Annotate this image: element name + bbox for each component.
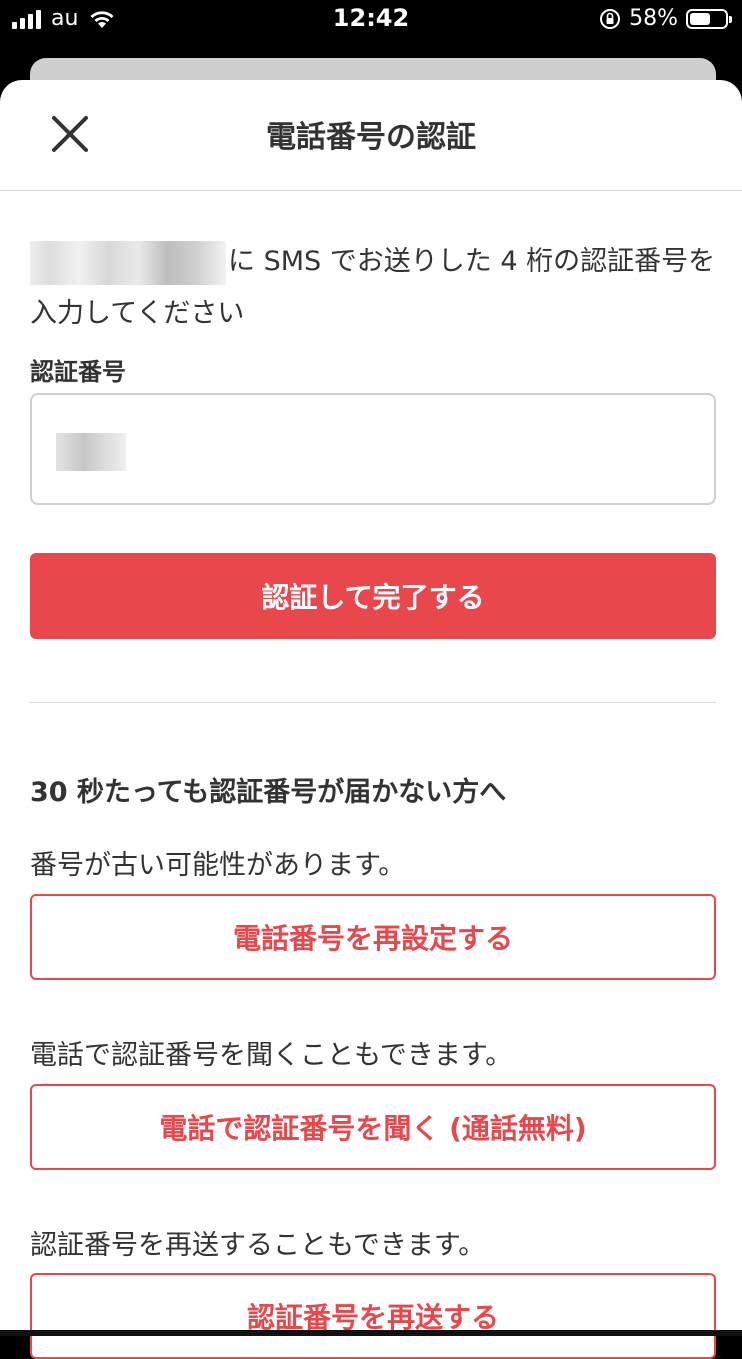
reset-phone-button[interactable]: 電話番号を再設定する — [30, 894, 716, 980]
redacted-code-value — [56, 433, 126, 471]
battery-level — [690, 13, 710, 25]
status-bar: au 12:42 58% — [0, 0, 742, 40]
resend-code-button[interactable]: 認証番号を再送する — [30, 1273, 716, 1359]
redacted-phone-number — [30, 241, 226, 285]
section-divider — [30, 702, 716, 703]
call-hint-text: 電話で認証番号を聞くこともできます。 — [30, 1033, 512, 1072]
page-title: 電話番号の認証 — [0, 112, 742, 156]
sheet-header: 電話番号の認証 — [0, 80, 742, 191]
resend-hint-text: 認証番号を再送することもできます。 — [30, 1223, 485, 1262]
battery-icon — [686, 9, 728, 29]
help-heading: 30 秒たっても認証番号が届かない方へ — [30, 770, 506, 809]
verification-code-input[interactable] — [30, 393, 716, 505]
reset-hint-text: 番号が古い可能性があります。 — [30, 843, 405, 882]
status-right: 58% — [599, 6, 728, 31]
call-for-code-button[interactable]: 電話で認証番号を聞く (通話無料) — [30, 1084, 716, 1170]
intro-text: に SMS でお送りした 4 桁の認証番号を入力してください — [30, 236, 720, 340]
bottom-edge — [0, 1330, 742, 1336]
verify-complete-button[interactable]: 認証して完了する — [30, 553, 716, 639]
rotation-lock-icon — [599, 8, 621, 30]
battery-percent: 58% — [629, 6, 678, 31]
code-field-label: 認証番号 — [30, 352, 126, 387]
